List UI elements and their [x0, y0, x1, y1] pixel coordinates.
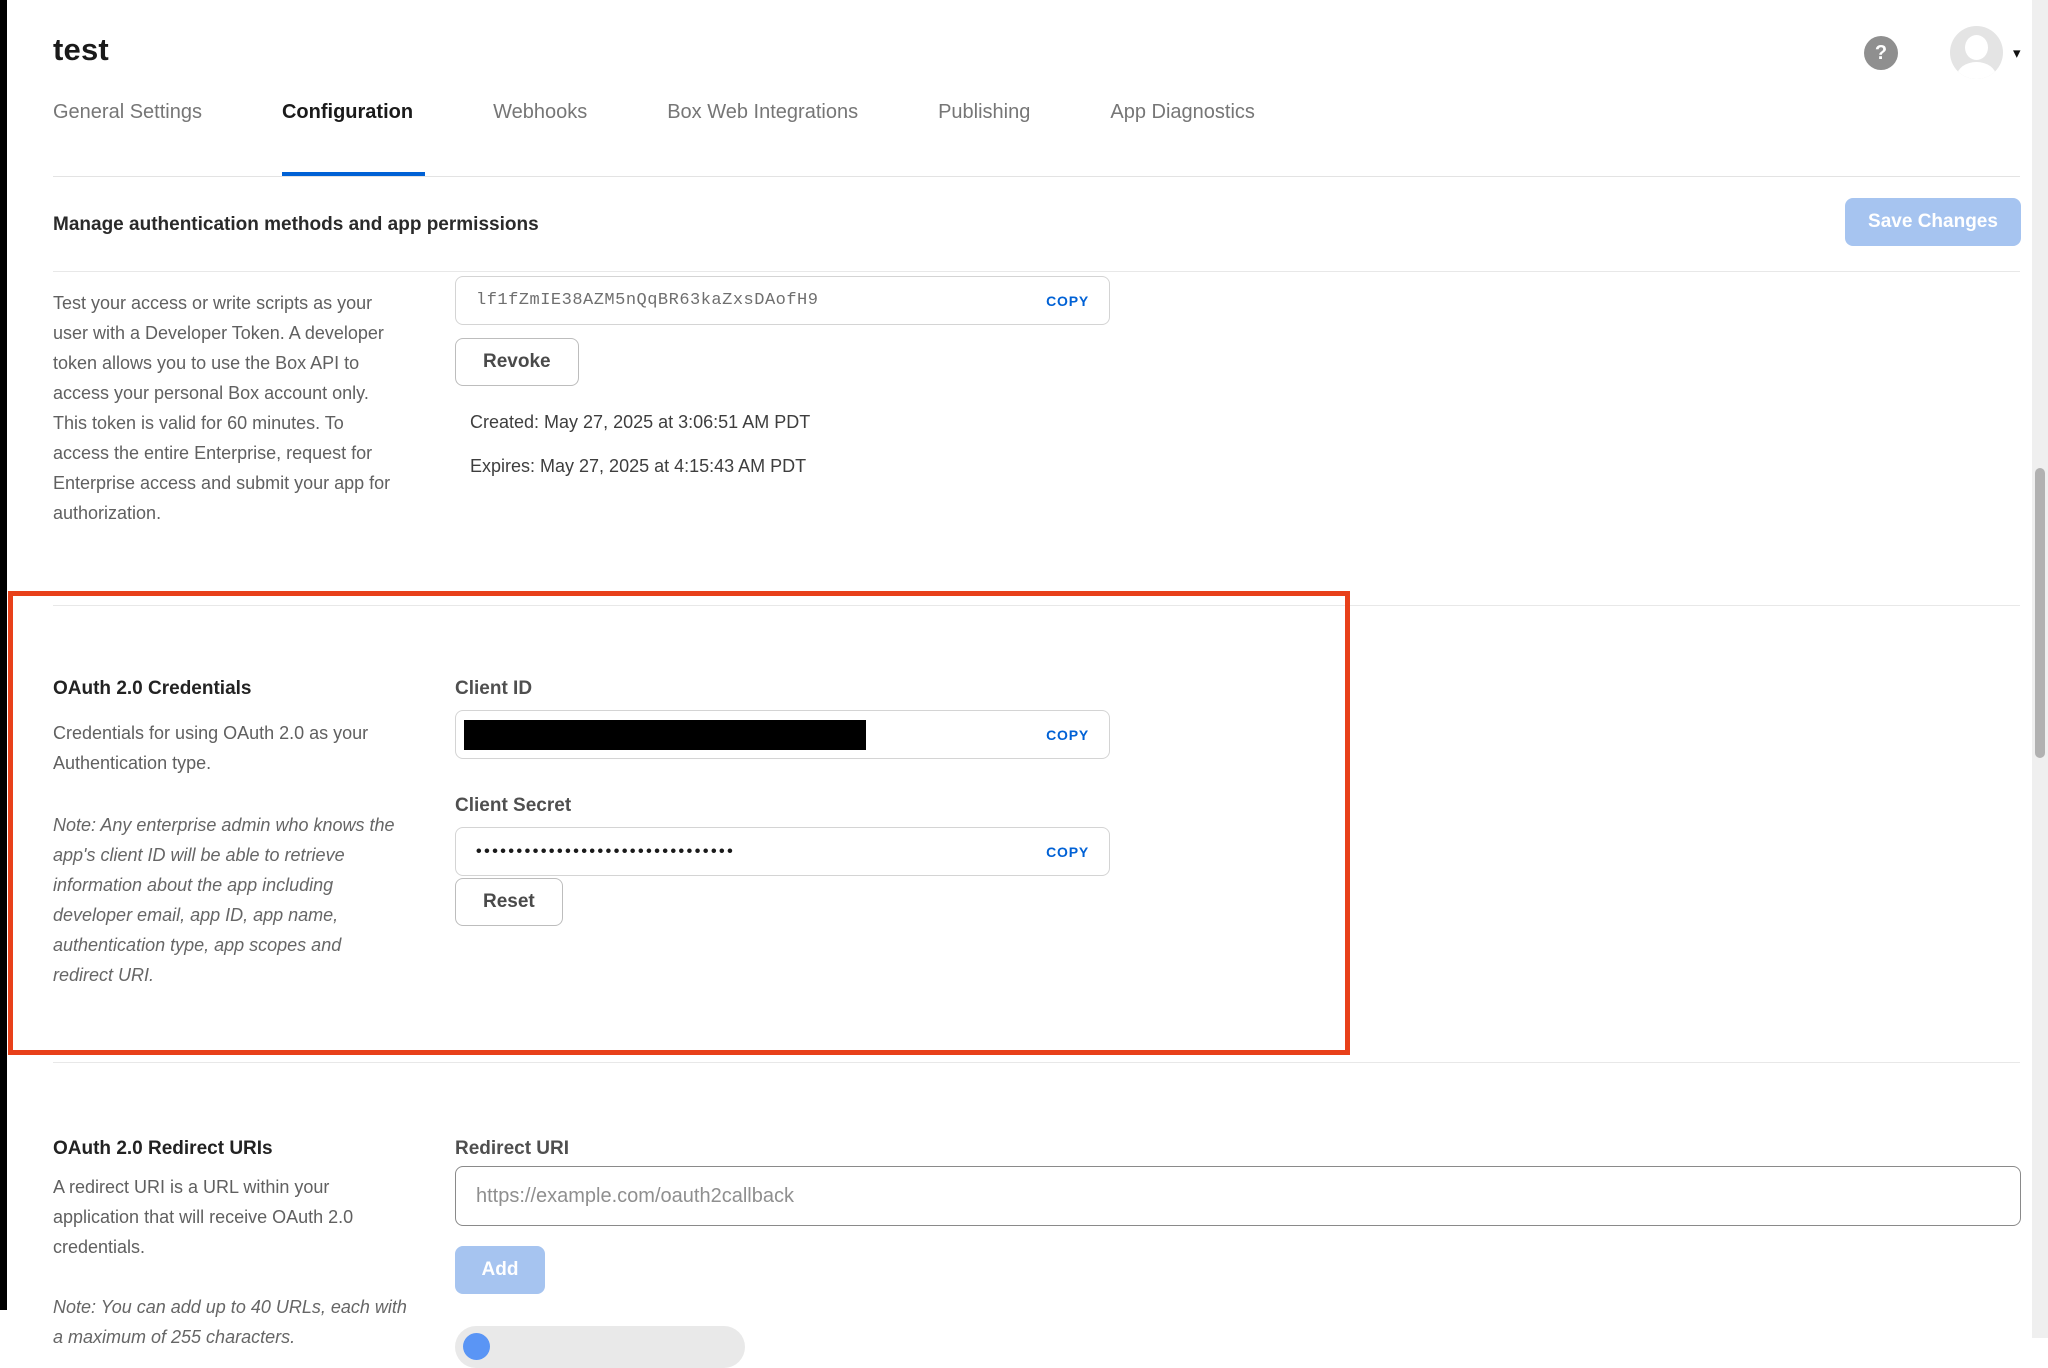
redirect-uris-heading: OAuth 2.0 Redirect URIs	[53, 1138, 273, 1160]
tab-box-web-integrations[interactable]: Box Web Integrations	[667, 101, 938, 176]
tab-general-settings[interactable]: General Settings	[53, 101, 282, 176]
developer-token-description: Test your access or write scripts as you…	[53, 288, 391, 528]
avatar-head-icon	[1965, 35, 1988, 60]
token-expires-text: Expires: May 27, 2025 at 4:15:43 AM PDT	[470, 456, 806, 477]
page-title: test	[53, 32, 109, 68]
oauth-credentials-description: Credentials for using OAuth 2.0 as your …	[53, 718, 373, 778]
add-redirect-uri-button[interactable]: Add	[455, 1246, 545, 1294]
tab-webhooks[interactable]: Webhooks	[493, 101, 667, 176]
redirect-uri-input[interactable]	[455, 1166, 2021, 1226]
tab-configuration[interactable]: Configuration	[282, 101, 493, 176]
redirect-uris-note: Note: You can add up to 40 URLs, each wi…	[53, 1292, 415, 1352]
revoke-button[interactable]: Revoke	[455, 338, 579, 386]
reset-button[interactable]: Reset	[455, 878, 563, 926]
token-created-text: Created: May 27, 2025 at 3:06:51 AM PDT	[470, 412, 810, 433]
divider	[53, 1062, 2020, 1063]
scrollbar-thumb[interactable]	[2035, 468, 2045, 758]
help-icon[interactable]: ?	[1864, 36, 1898, 70]
section-toolbar-heading: Manage authentication methods and app pe…	[53, 214, 539, 236]
oauth-credentials-note: Note: Any enterprise admin who knows the…	[53, 810, 401, 990]
left-edge-strip	[0, 0, 7, 1310]
redirect-uri-label: Redirect URI	[455, 1138, 569, 1160]
tabs-divider	[53, 176, 2020, 177]
client-secret-masked-value: ••••••••••••••••••••••••••••••••	[476, 843, 735, 861]
divider	[53, 605, 2020, 606]
tab-publishing[interactable]: Publishing	[938, 101, 1110, 176]
client-secret-field: •••••••••••••••••••••••••••••••• COPY	[455, 827, 1110, 876]
developer-token-value: lf1fZmIE38AZM5nQqBR63kaZxsDAofH9	[476, 291, 818, 310]
oauth-credentials-heading: OAuth 2.0 Credentials	[53, 678, 252, 700]
save-changes-button[interactable]: Save Changes	[1845, 198, 2021, 246]
avatar-shoulders-icon	[1957, 62, 1996, 79]
redirect-uri-chip-icon	[463, 1333, 490, 1360]
redirect-uri-chip[interactable]	[455, 1326, 745, 1368]
avatar[interactable]	[1950, 26, 2003, 79]
client-secret-label: Client Secret	[455, 795, 571, 817]
account-menu-caret-icon[interactable]: ▾	[2013, 44, 2021, 62]
client-id-label: Client ID	[455, 678, 532, 700]
copy-token-button[interactable]: COPY	[1046, 293, 1089, 309]
tab-app-diagnostics[interactable]: App Diagnostics	[1110, 101, 1335, 176]
developer-token-field: lf1fZmIE38AZM5nQqBR63kaZxsDAofH9 COPY	[455, 276, 1110, 325]
client-id-redaction	[464, 720, 866, 750]
client-id-field: COPY	[455, 710, 1110, 759]
tab-bar: General Settings Configuration Webhooks …	[53, 101, 1335, 176]
redirect-uris-description: A redirect URI is a URL within your appl…	[53, 1172, 398, 1262]
copy-client-secret-button[interactable]: COPY	[1046, 844, 1089, 860]
copy-client-id-button[interactable]: COPY	[1046, 727, 1089, 743]
divider	[53, 271, 2020, 272]
